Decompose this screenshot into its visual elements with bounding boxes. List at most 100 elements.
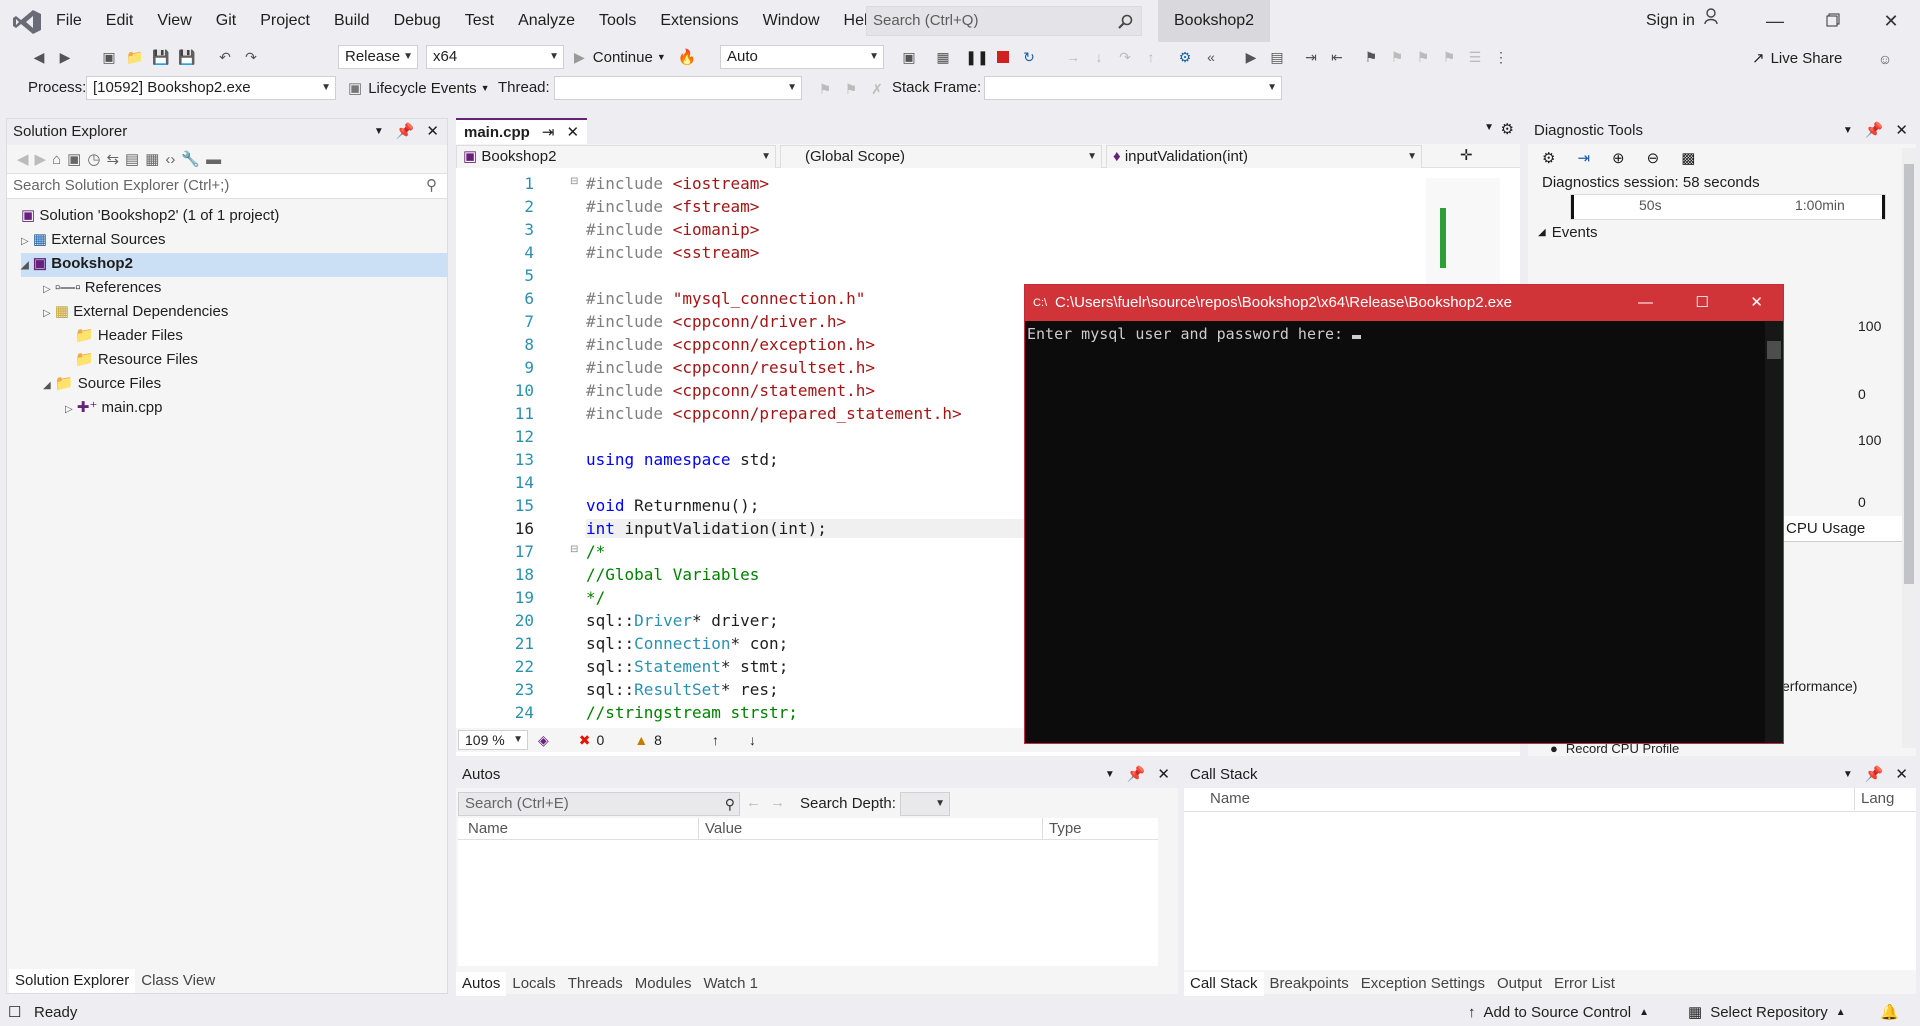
tab-main-cpp[interactable]: main.cpp ⇥ ✕ <box>456 118 588 144</box>
continue-button[interactable]: ▶ Continue ▼ 🔥 <box>574 45 696 69</box>
restore-button[interactable] <box>1804 0 1862 42</box>
panel-menu-icon[interactable]: ▼ <box>1105 762 1115 788</box>
open-file-icon[interactable]: 📁 <box>124 46 146 68</box>
autos-list[interactable] <box>458 840 1158 966</box>
bookmark-prev-icon[interactable]: ⚑ <box>1386 46 1408 68</box>
settings-icon[interactable]: ⚙ <box>1501 120 1514 138</box>
back-icon[interactable]: ◀ <box>28 46 50 68</box>
tab-watch-1[interactable]: Watch 1 <box>697 972 763 996</box>
close-icon[interactable]: ✕ <box>1895 118 1908 144</box>
menu-build[interactable]: Build <box>322 0 382 42</box>
console-window[interactable]: C:\ C:\Users\fuelr\source\repos\Bookshop… <box>1024 284 1784 744</box>
tree-item-source-files[interactable]: ◢ 📁 Source Files <box>43 373 161 397</box>
menu-edit[interactable]: Edit <box>94 0 146 42</box>
console-scrollbar[interactable] <box>1765 321 1783 743</box>
tab-call-stack[interactable]: Call Stack <box>1184 972 1264 996</box>
pin-icon[interactable]: 📌 <box>1865 762 1884 788</box>
menu-project[interactable]: Project <box>248 0 322 42</box>
close-icon[interactable]: ✕ <box>1895 762 1908 788</box>
process-select[interactable]: [10592] Bookshop2.exe ▼ <box>86 76 336 100</box>
close-icon[interactable]: ✕ <box>426 119 439 145</box>
tree-item-external-sources[interactable]: ▷ ▦ External Sources <box>21 229 165 253</box>
step-next-icon[interactable]: → <box>1062 46 1084 68</box>
platform-select[interactable]: x64 ▼ <box>426 45 564 69</box>
forward-icon[interactable]: → <box>770 794 785 811</box>
tree-item-references[interactable]: ▷ ▫—▫ References <box>43 277 161 301</box>
vertical-scrollbar[interactable] <box>1902 148 1916 748</box>
bookmark-icon[interactable]: ⚑ <box>1360 46 1382 68</box>
pin-icon[interactable]: ⇥ <box>542 123 555 141</box>
pin-icon[interactable]: 📌 <box>1127 762 1146 788</box>
timeline-start-handle[interactable] <box>1571 195 1574 219</box>
menu-window[interactable]: Window <box>751 0 832 42</box>
x-icon[interactable]: ✗ <box>866 78 888 100</box>
stack-frame-select[interactable]: ▼ <box>984 76 1282 100</box>
spellcheck-icon[interactable]: « <box>1200 46 1222 68</box>
global-search-input[interactable]: Search (Ctrl+Q) <box>866 6 1142 36</box>
events-section[interactable]: ◢ Events <box>1528 220 1916 244</box>
tab-error-list[interactable]: Error List <box>1548 972 1621 996</box>
tab-locals[interactable]: Locals <box>506 972 561 996</box>
overflow-icon[interactable]: ⋮ <box>1490 46 1512 68</box>
tab-autos[interactable]: Autos <box>456 972 507 996</box>
arrow-down-icon[interactable]: ↓ <box>749 732 756 748</box>
back-icon[interactable]: ← <box>746 794 761 811</box>
warning-count[interactable]: ▲ 8 <box>634 732 662 748</box>
forward-icon[interactable]: ▶ <box>35 150 47 168</box>
solution-search-input[interactable]: Search Solution Explorer (Ctrl+;) ⚲ <box>7 173 447 199</box>
menu-debug[interactable]: Debug <box>382 0 453 42</box>
step-over-icon[interactable]: ↷ <box>1114 46 1136 68</box>
project-nav-select[interactable]: ▣ Bookshop2 ▼ <box>456 145 776 169</box>
tab-modules[interactable]: Modules <box>629 972 698 996</box>
pause-icon[interactable]: ❚❚ <box>965 46 988 68</box>
save-icon[interactable]: 💾 <box>150 46 172 68</box>
flag-all-icon[interactable]: ⚑ <box>840 78 862 100</box>
add-to-source-control[interactable]: ↑ Add to Source Control ▲ <box>1468 1000 1649 1026</box>
save-all-icon[interactable]: 💾 <box>176 46 198 68</box>
tab-solution-explorer[interactable]: Solution Explorer <box>9 969 136 993</box>
timeline-end-handle[interactable] <box>1882 195 1885 219</box>
switch-views-icon[interactable]: ▣ <box>67 150 81 168</box>
restart-icon[interactable]: ↻ <box>1018 46 1040 68</box>
column-name[interactable]: Name <box>1210 788 1250 810</box>
chart-icon[interactable]: ▩ <box>1681 149 1695 167</box>
select-repository[interactable]: ▦ Select Repository ▲ <box>1688 1000 1846 1026</box>
member-nav-select[interactable]: ♦ inputValidation(int) ▼ <box>1106 145 1422 169</box>
close-icon[interactable]: ✕ <box>1157 762 1170 788</box>
lifecycle-events-menu[interactable]: ▣ Lifecycle Events ▼ <box>348 77 490 99</box>
tree-item-header-files[interactable]: 📁 Header Files <box>75 325 183 347</box>
menu-test[interactable]: Test <box>453 0 506 42</box>
stop-icon[interactable] <box>992 46 1014 68</box>
tree-item-project[interactable]: ◢ ▣ Bookshop2 <box>21 253 447 277</box>
tab-cpu-usage[interactable]: CPU Usage <box>1782 516 1916 542</box>
menu-analyze[interactable]: Analyze <box>506 0 587 42</box>
properties-icon[interactable]: 🔧 <box>181 150 200 168</box>
configuration-select[interactable]: Release ▼ <box>338 45 418 69</box>
close-tab-icon[interactable]: ✕ <box>566 123 579 141</box>
menu-extensions[interactable]: Extensions <box>648 0 750 42</box>
new-project-icon[interactable]: ▣ <box>98 46 120 68</box>
show-all-files-icon[interactable]: ▦ <box>145 150 159 168</box>
indent-icon[interactable]: ⇥ <box>1300 46 1322 68</box>
column-type[interactable]: Type <box>1042 818 1082 840</box>
layout-icon[interactable]: ▦ <box>932 46 954 68</box>
tab-threads[interactable]: Threads <box>562 972 629 996</box>
process-icon[interactable]: ▣ <box>898 46 920 68</box>
sync-icon[interactable]: ⇆ <box>106 150 119 168</box>
step-out-icon[interactable]: ↑ <box>1140 46 1162 68</box>
redo-icon[interactable]: ↷ <box>240 46 262 68</box>
split-icon[interactable]: ✛ <box>1460 146 1473 164</box>
console-close-icon[interactable]: ✕ <box>1750 285 1763 321</box>
collapse-include-icon[interactable]: ⊟ <box>570 176 578 187</box>
console-maximize-icon[interactable]: ☐ <box>1696 285 1709 321</box>
feedback-icon[interactable]: ☺ <box>1874 48 1896 70</box>
search-depth-select[interactable]: ▼ <box>900 792 950 816</box>
forward-icon[interactable]: ▶ <box>54 46 76 68</box>
tree-item-external-dependencies[interactable]: ▷ ▦ External Dependencies <box>43 301 228 325</box>
health-icon[interactable]: ◈ <box>538 732 549 749</box>
menu-git[interactable]: Git <box>204 0 248 42</box>
diagnostics-icon[interactable]: ⚙ <box>1174 46 1196 68</box>
auto-select[interactable]: Auto ▼ <box>720 45 884 69</box>
timeline-ruler[interactable]: 50s 1:00min <box>1570 194 1886 220</box>
menu-tools[interactable]: Tools <box>587 0 648 42</box>
